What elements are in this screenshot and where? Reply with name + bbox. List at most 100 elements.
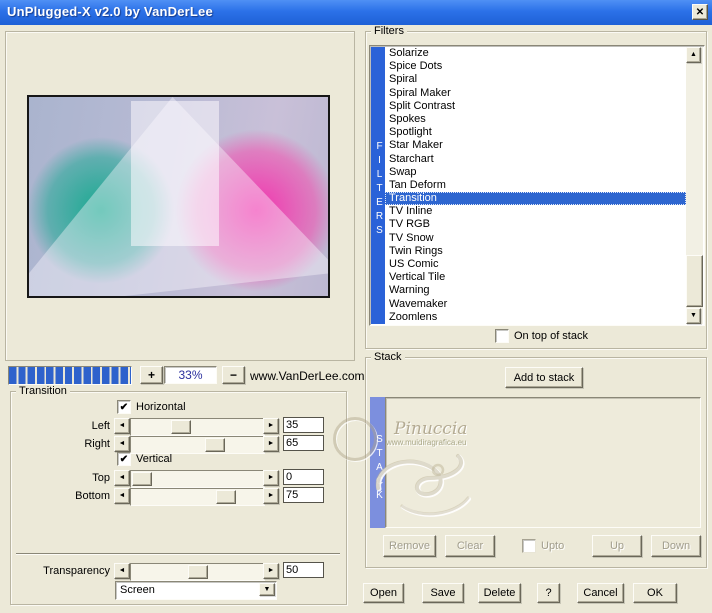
left-value-input[interactable] — [283, 417, 324, 433]
upto-checkbox[interactable]: ✔ — [522, 539, 536, 553]
arrow-right-icon: ► — [267, 440, 275, 447]
transparency-slider-label: Transparency — [43, 565, 110, 577]
filter-list-item[interactable]: TV Snow — [385, 232, 686, 245]
filter-list-item[interactable]: Swap — [385, 166, 686, 179]
ok-button[interactable]: OK — [633, 583, 677, 603]
stack-group-label: Stack — [371, 351, 405, 363]
bottom-slider-increment-button[interactable]: ► — [263, 488, 279, 504]
preview-image[interactable] — [27, 95, 330, 298]
left-slider-increment-button[interactable]: ► — [263, 418, 279, 434]
preview-band-shape — [130, 100, 219, 247]
filter-list-item[interactable]: Spice Dots — [385, 60, 686, 73]
bottom-slider-row: Bottom ◄ ► — [14, 487, 336, 506]
filter-list-item[interactable]: Star Maker — [385, 139, 686, 152]
bottom-slider-track[interactable] — [130, 488, 265, 506]
website-link[interactable]: www.VanDerLee.com — [250, 369, 365, 383]
filter-list-item[interactable]: Starchart — [385, 153, 686, 166]
filter-list-item[interactable]: Spokes — [385, 113, 686, 126]
arrow-left-icon: ◄ — [118, 422, 126, 429]
minus-icon: − — [229, 367, 237, 382]
left-slider-track[interactable] — [130, 418, 265, 436]
vertical-checkbox-label: Vertical — [136, 453, 173, 465]
left-slider-row: Left ◄ ► — [14, 417, 336, 436]
right-slider-increment-button[interactable]: ► — [263, 436, 279, 452]
filter-list-item[interactable]: Tan Deform — [385, 179, 686, 192]
right-slider-thumb[interactable] — [205, 438, 225, 452]
plus-icon: + — [147, 367, 155, 382]
filter-list-item[interactable]: Spotlight — [385, 126, 686, 139]
horizontal-checkbox[interactable]: ✔ — [117, 400, 131, 414]
filter-list-item[interactable]: Zoomlens — [385, 311, 686, 324]
open-button[interactable]: Open — [363, 583, 404, 603]
scroll-down-button[interactable]: ▼ — [686, 308, 701, 324]
horizontal-checkbox-label: Horizontal — [136, 401, 186, 413]
arrow-down-icon: ▼ — [690, 312, 697, 319]
arrow-right-icon: ► — [267, 422, 275, 429]
right-slider-decrement-button[interactable]: ◄ — [114, 436, 130, 452]
left-slider-decrement-button[interactable]: ◄ — [114, 418, 130, 434]
zoom-level-value: 33% — [164, 366, 217, 384]
left-slider-thumb[interactable] — [171, 420, 191, 434]
stack-vertical-banner: STACK — [370, 397, 385, 528]
transparency-value-input[interactable] — [283, 562, 324, 578]
down-button[interactable]: Down — [651, 535, 701, 557]
top-slider-decrement-button[interactable]: ◄ — [114, 470, 130, 486]
bottom-slider-decrement-button[interactable]: ◄ — [114, 488, 130, 504]
filters-scrollbar[interactable]: ▲ ▼ — [686, 47, 703, 324]
bottom-slider-thumb[interactable] — [216, 490, 236, 504]
zoom-out-button[interactable]: − — [222, 366, 245, 384]
filter-list-item[interactable]: Wavemaker — [385, 298, 686, 311]
filter-list-item[interactable]: Transition — [385, 192, 686, 206]
upto-checkbox-label: Upto — [541, 540, 565, 552]
title-bar[interactable]: UnPlugged-X v2.0 by VanDerLee ✕ — [0, 0, 712, 25]
top-slider-track[interactable] — [130, 470, 265, 488]
filter-list-item[interactable]: TV Inline — [385, 205, 686, 218]
bottom-slider-label: Bottom — [75, 490, 110, 502]
save-button[interactable]: Save — [422, 583, 464, 603]
add-to-stack-button[interactable]: Add to stack — [505, 367, 583, 388]
help-button[interactable]: ? — [537, 583, 560, 603]
scroll-up-button[interactable]: ▲ — [686, 47, 701, 63]
arrow-right-icon: ► — [267, 474, 275, 481]
top-value-input[interactable] — [283, 469, 324, 485]
stack-list[interactable] — [385, 397, 701, 528]
close-button[interactable]: ✕ — [692, 4, 708, 20]
window-title: UnPlugged-X v2.0 by VanDerLee — [7, 4, 213, 19]
top-slider-thumb[interactable] — [132, 472, 152, 486]
filter-list-item[interactable]: Solarize — [385, 47, 686, 60]
up-button[interactable]: Up — [592, 535, 642, 557]
right-value-input[interactable] — [283, 435, 324, 451]
filter-list-item[interactable]: TV RGB — [385, 218, 686, 231]
delete-button[interactable]: Delete — [478, 583, 521, 603]
filter-list-item[interactable]: Spiral Maker — [385, 87, 686, 100]
dialog-window: UnPlugged-X v2.0 by VanDerLee ✕ + 33% − … — [0, 0, 712, 613]
on-top-of-stack-checkbox[interactable]: ✔ — [495, 329, 509, 343]
arrow-right-icon: ► — [267, 492, 275, 499]
transparency-slider-decrement-button[interactable]: ◄ — [114, 563, 130, 579]
transparency-slider-thumb[interactable] — [188, 565, 208, 579]
blend-mode-dropdown-button[interactable]: ▼ — [259, 583, 275, 596]
filter-list-item[interactable]: Vertical Tile — [385, 271, 686, 284]
right-slider-label: Right — [84, 438, 110, 450]
filter-list-item[interactable]: Twin Rings — [385, 245, 686, 258]
transparency-slider-increment-button[interactable]: ► — [263, 563, 279, 579]
filter-list-item[interactable]: Warning — [385, 284, 686, 297]
filter-list-item[interactable]: US Comic — [385, 258, 686, 271]
chevron-down-icon: ▼ — [263, 586, 271, 593]
cancel-button[interactable]: Cancel — [577, 583, 624, 603]
vertical-checkbox[interactable]: ✔ — [117, 452, 131, 466]
transparency-slider-track[interactable] — [130, 563, 265, 581]
bottom-value-input[interactable] — [283, 487, 324, 503]
arrow-up-icon: ▲ — [690, 51, 697, 58]
filter-list-item[interactable]: Split Contrast — [385, 100, 686, 113]
clear-button[interactable]: Clear — [445, 535, 495, 557]
progress-bar — [8, 366, 132, 385]
filter-list-item[interactable]: Spiral — [385, 73, 686, 86]
top-slider-increment-button[interactable]: ► — [263, 470, 279, 486]
scrollbar-thumb[interactable] — [686, 255, 703, 307]
zoom-in-button[interactable]: + — [140, 366, 163, 384]
right-slider-track[interactable] — [130, 436, 265, 454]
remove-button[interactable]: Remove — [383, 535, 436, 557]
separator-line — [16, 553, 340, 555]
blend-mode-select[interactable]: Screen ▼ — [115, 581, 277, 600]
